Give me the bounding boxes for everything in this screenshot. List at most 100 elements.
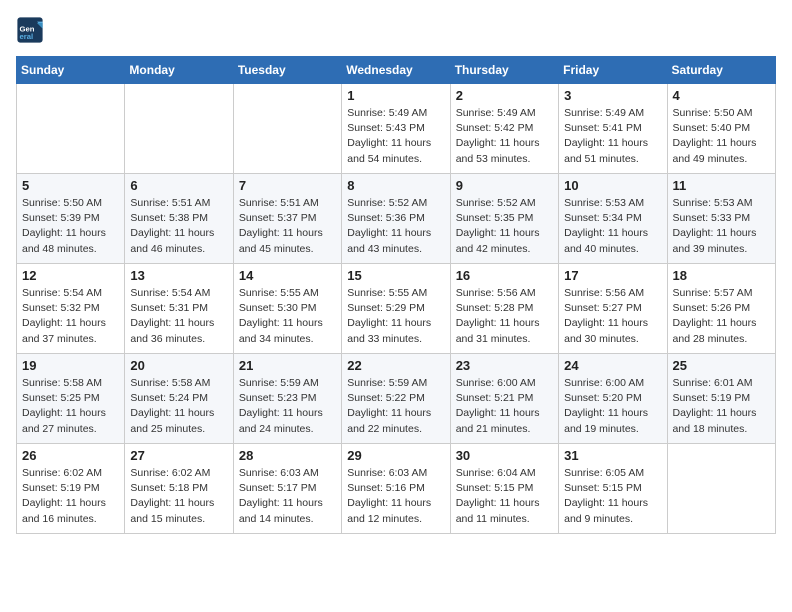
day-cell: 6Sunrise: 5:51 AM Sunset: 5:38 PM Daylig… (125, 174, 233, 264)
day-info: Sunrise: 5:56 AM Sunset: 5:28 PM Dayligh… (456, 286, 553, 347)
day-cell: 11 Sunrise: 5:53 AM Sunset: 5:33 PM Dayli… (667, 174, 775, 264)
day-info: Sunrise: 5:53 AM Sunset: 5:33 PM Dayligh… (673, 196, 770, 257)
logo-icon: Gen eral (16, 16, 44, 44)
day-cell: 16 Sunrise: 5:56 AM Sunset: 5:28 PM Dayli… (450, 264, 558, 354)
day-number: 23 (456, 358, 553, 373)
day-info: Sunrise: 5:54 AM Sunset: 5:32 PM Dayligh… (22, 286, 119, 347)
day-number: 2 (456, 88, 553, 103)
day-number: 9 (456, 178, 553, 193)
calendar-body: 1 Sunrise: 5:49 AM Sunset: 5:43 PM Daylig… (17, 84, 776, 534)
day-number: 4 (673, 88, 770, 103)
day-info: Sunrise: 5:49 AM Sunset: 5:42 PM Dayligh… (456, 106, 553, 167)
day-info: Sunrise: 5:56 AM Sunset: 5:27 PM Dayligh… (564, 286, 661, 347)
day-number: 30 (456, 448, 553, 463)
day-info: Sunrise: 5:58 AM Sunset: 5:24 PM Dayligh… (130, 376, 227, 437)
day-cell: 13 Sunrise: 5:54 AM Sunset: 5:31 PM Dayli… (125, 264, 233, 354)
day-info: Sunrise: 5:50 AM Sunset: 5:40 PM Dayligh… (673, 106, 770, 167)
day-cell: 31Sunrise: 6:05 AM Sunset: 5:15 PM Dayli… (559, 444, 667, 534)
week-row-0: 1 Sunrise: 5:49 AM Sunset: 5:43 PM Daylig… (17, 84, 776, 174)
day-info: Sunrise: 5:50 AM Sunset: 5:39 PM Dayligh… (22, 196, 119, 257)
day-number: 29 (347, 448, 444, 463)
day-cell: 3Sunrise: 5:49 AM Sunset: 5:41 PM Daylig… (559, 84, 667, 174)
page-header: Gen eral (16, 16, 776, 44)
day-number: 20 (130, 358, 227, 373)
day-info: Sunrise: 6:01 AM Sunset: 5:19 PM Dayligh… (673, 376, 770, 437)
day-cell: 18 Sunrise: 5:57 AM Sunset: 5:26 PM Dayli… (667, 264, 775, 354)
day-cell: 2 Sunrise: 5:49 AM Sunset: 5:42 PM Daylig… (450, 84, 558, 174)
day-cell: 19 Sunrise: 5:58 AM Sunset: 5:25 PM Dayli… (17, 354, 125, 444)
calendar-table: SundayMondayTuesdayWednesdayThursdayFrid… (16, 56, 776, 534)
day-cell: 24Sunrise: 6:00 AM Sunset: 5:20 PM Dayli… (559, 354, 667, 444)
header-tuesday: Tuesday (233, 57, 341, 84)
day-cell: 10Sunrise: 5:53 AM Sunset: 5:34 PM Dayli… (559, 174, 667, 264)
day-info: Sunrise: 5:59 AM Sunset: 5:22 PM Dayligh… (347, 376, 444, 437)
day-number: 21 (239, 358, 336, 373)
header-monday: Monday (125, 57, 233, 84)
day-info: Sunrise: 5:55 AM Sunset: 5:29 PM Dayligh… (347, 286, 444, 347)
week-row-2: 12 Sunrise: 5:54 AM Sunset: 5:32 PM Dayli… (17, 264, 776, 354)
day-info: Sunrise: 5:52 AM Sunset: 5:35 PM Dayligh… (456, 196, 553, 257)
day-cell: 22 Sunrise: 5:59 AM Sunset: 5:22 PM Dayli… (342, 354, 450, 444)
day-cell: 15 Sunrise: 5:55 AM Sunset: 5:29 PM Dayli… (342, 264, 450, 354)
day-info: Sunrise: 5:53 AM Sunset: 5:34 PM Dayligh… (564, 196, 661, 257)
day-cell: 20 Sunrise: 5:58 AM Sunset: 5:24 PM Dayli… (125, 354, 233, 444)
day-number: 18 (673, 268, 770, 283)
day-cell: 26 Sunrise: 6:02 AM Sunset: 5:19 PM Dayli… (17, 444, 125, 534)
day-number: 19 (22, 358, 119, 373)
day-cell (667, 444, 775, 534)
day-cell: 4 Sunrise: 5:50 AM Sunset: 5:40 PM Daylig… (667, 84, 775, 174)
day-number: 17 (564, 268, 661, 283)
day-cell: 5 Sunrise: 5:50 AM Sunset: 5:39 PM Daylig… (17, 174, 125, 264)
header-thursday: Thursday (450, 57, 558, 84)
day-info: Sunrise: 5:57 AM Sunset: 5:26 PM Dayligh… (673, 286, 770, 347)
day-info: Sunrise: 6:04 AM Sunset: 5:15 PM Dayligh… (456, 466, 553, 527)
day-cell: 17 Sunrise: 5:56 AM Sunset: 5:27 PM Dayli… (559, 264, 667, 354)
day-number: 7 (239, 178, 336, 193)
week-row-4: 26 Sunrise: 6:02 AM Sunset: 5:19 PM Dayli… (17, 444, 776, 534)
day-number: 16 (456, 268, 553, 283)
day-info: Sunrise: 6:03 AM Sunset: 5:17 PM Dayligh… (239, 466, 336, 527)
day-info: Sunrise: 6:03 AM Sunset: 5:16 PM Dayligh… (347, 466, 444, 527)
day-cell: 8Sunrise: 5:52 AM Sunset: 5:36 PM Daylig… (342, 174, 450, 264)
day-cell: 1 Sunrise: 5:49 AM Sunset: 5:43 PM Daylig… (342, 84, 450, 174)
day-number: 15 (347, 268, 444, 283)
day-number: 26 (22, 448, 119, 463)
header-row: SundayMondayTuesdayWednesdayThursdayFrid… (17, 57, 776, 84)
header-sunday: Sunday (17, 57, 125, 84)
day-number: 28 (239, 448, 336, 463)
day-number: 12 (22, 268, 119, 283)
day-number: 25 (673, 358, 770, 373)
day-cell: 29 Sunrise: 6:03 AM Sunset: 5:16 PM Dayli… (342, 444, 450, 534)
day-number: 1 (347, 88, 444, 103)
day-number: 3 (564, 88, 661, 103)
day-cell (125, 84, 233, 174)
header-saturday: Saturday (667, 57, 775, 84)
day-number: 11 (673, 178, 770, 193)
day-cell: 9 Sunrise: 5:52 AM Sunset: 5:35 PM Daylig… (450, 174, 558, 264)
day-info: Sunrise: 5:55 AM Sunset: 5:30 PM Dayligh… (239, 286, 336, 347)
day-info: Sunrise: 5:58 AM Sunset: 5:25 PM Dayligh… (22, 376, 119, 437)
day-info: Sunrise: 6:00 AM Sunset: 5:20 PM Dayligh… (564, 376, 661, 437)
day-number: 5 (22, 178, 119, 193)
day-cell: 27 Sunrise: 6:02 AM Sunset: 5:18 PM Dayli… (125, 444, 233, 534)
day-number: 22 (347, 358, 444, 373)
day-info: Sunrise: 5:54 AM Sunset: 5:31 PM Dayligh… (130, 286, 227, 347)
day-info: Sunrise: 6:02 AM Sunset: 5:19 PM Dayligh… (22, 466, 119, 527)
day-number: 27 (130, 448, 227, 463)
svg-text:eral: eral (20, 32, 34, 41)
day-info: Sunrise: 5:49 AM Sunset: 5:43 PM Dayligh… (347, 106, 444, 167)
header-wednesday: Wednesday (342, 57, 450, 84)
day-number: 13 (130, 268, 227, 283)
week-row-1: 5 Sunrise: 5:50 AM Sunset: 5:39 PM Daylig… (17, 174, 776, 264)
day-cell (233, 84, 341, 174)
day-info: Sunrise: 5:51 AM Sunset: 5:38 PM Dayligh… (130, 196, 227, 257)
logo: Gen eral (16, 16, 48, 44)
day-cell: 30 Sunrise: 6:04 AM Sunset: 5:15 PM Dayli… (450, 444, 558, 534)
day-cell: 25 Sunrise: 6:01 AM Sunset: 5:19 PM Dayli… (667, 354, 775, 444)
header-friday: Friday (559, 57, 667, 84)
day-info: Sunrise: 6:00 AM Sunset: 5:21 PM Dayligh… (456, 376, 553, 437)
day-cell: 23 Sunrise: 6:00 AM Sunset: 5:21 PM Dayli… (450, 354, 558, 444)
day-info: Sunrise: 5:59 AM Sunset: 5:23 PM Dayligh… (239, 376, 336, 437)
day-info: Sunrise: 6:02 AM Sunset: 5:18 PM Dayligh… (130, 466, 227, 527)
day-cell: 14Sunrise: 5:55 AM Sunset: 5:30 PM Dayli… (233, 264, 341, 354)
